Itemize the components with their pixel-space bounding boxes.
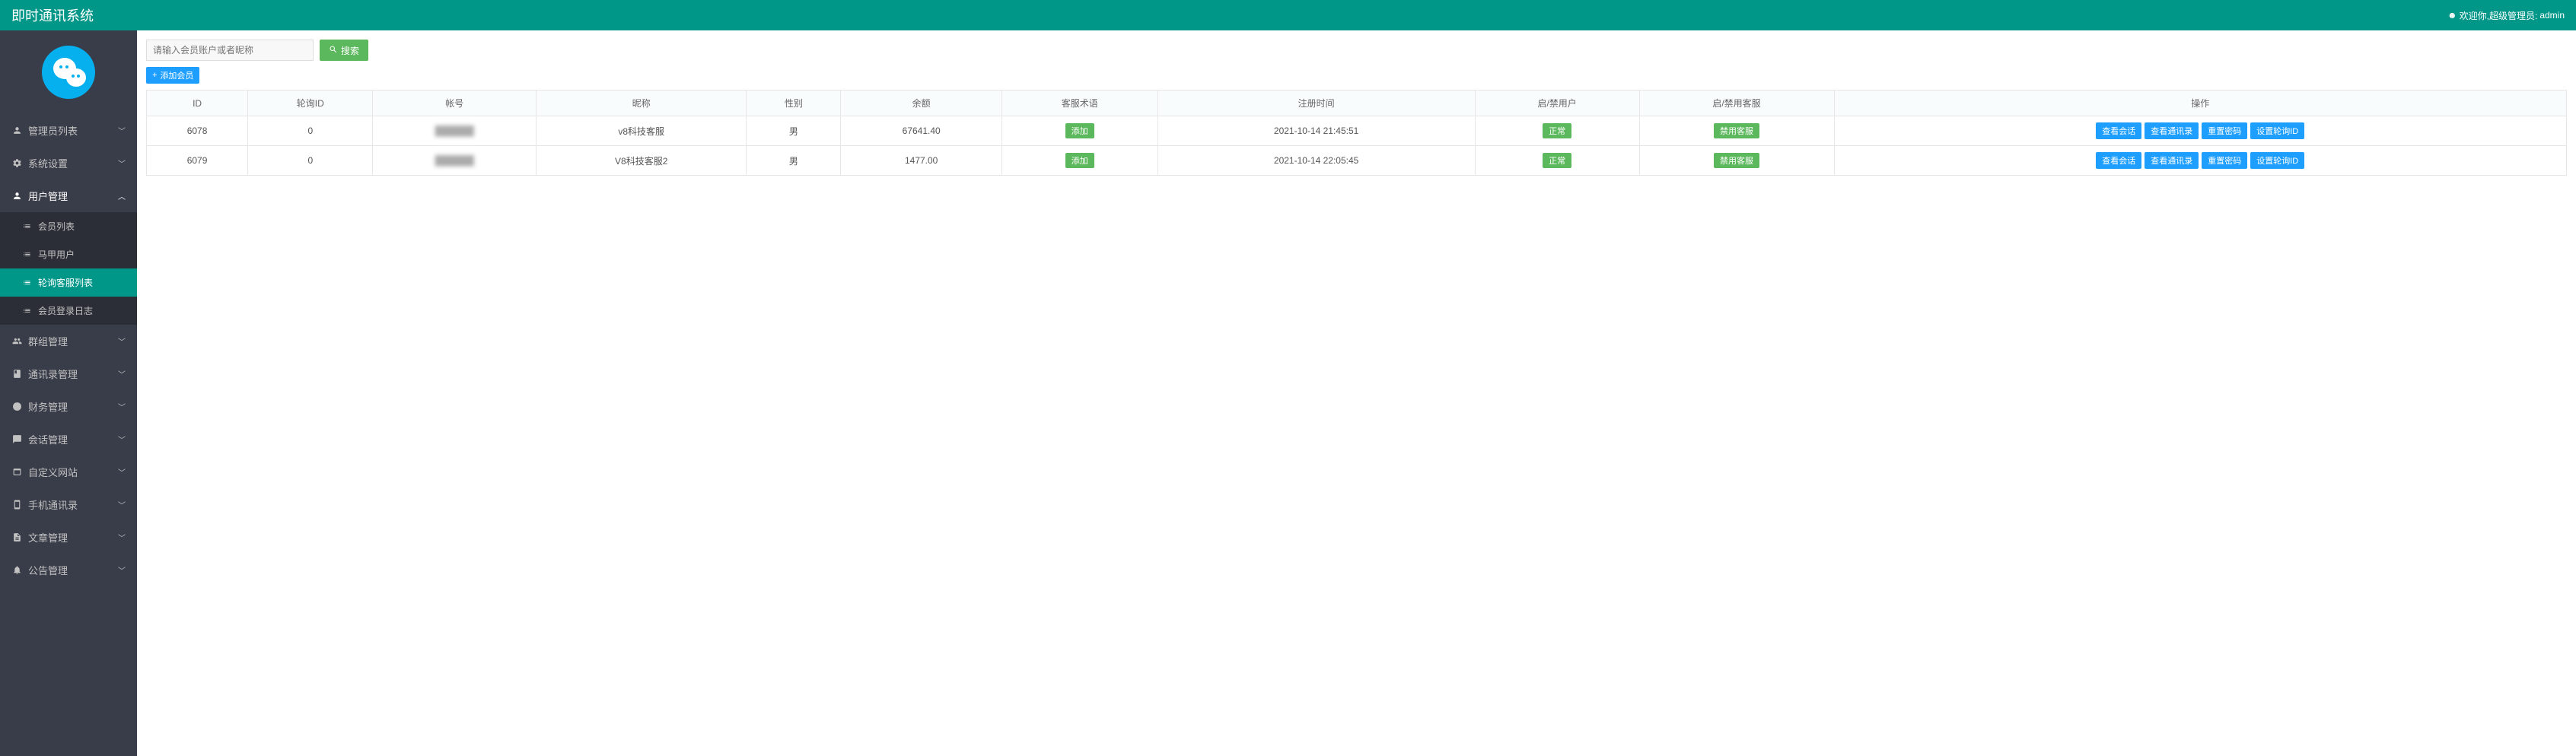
table-header: 注册时间 — [1157, 91, 1475, 116]
nav-item-1[interactable]: 系统设置 ﹀ — [0, 147, 137, 179]
nav-label: 管理员列表 — [28, 123, 78, 138]
service-status-badge[interactable]: 禁用客服 — [1714, 123, 1759, 138]
op-button[interactable]: 查看会话 — [2096, 122, 2141, 139]
nav-sub-label: 马甲用户 — [38, 248, 75, 261]
nav-item-2[interactable]: 用户管理 ︿ — [0, 179, 137, 212]
chevron-down-icon: ﹀ — [118, 434, 126, 445]
nav-label: 财务管理 — [28, 399, 68, 414]
smile-icon: ☻ — [2447, 10, 2457, 21]
nav-sub-label: 会员列表 — [38, 220, 75, 233]
search-input[interactable] — [146, 40, 314, 61]
app-title: 即时通讯系统 — [11, 5, 94, 25]
nav-label: 公告管理 — [28, 563, 68, 577]
list-icon — [23, 307, 32, 316]
nav-label: 手机通讯录 — [28, 497, 78, 512]
chevron-down-icon: ﹀ — [118, 532, 126, 543]
table-header: 性别 — [747, 91, 841, 116]
user-status-badge[interactable]: 正常 — [1543, 153, 1571, 168]
search-icon — [329, 45, 338, 56]
op-button[interactable]: 重置密码 — [2202, 122, 2247, 139]
chevron-down-icon: ﹀ — [118, 335, 126, 347]
term-badge[interactable]: 添加 — [1065, 123, 1094, 138]
chevron-down-icon: ﹀ — [118, 125, 126, 136]
list-icon — [23, 222, 32, 231]
nav-item-5[interactable]: 财务管理 ﹀ — [0, 390, 137, 423]
sidebar: 管理员列表 ﹀ 系统设置 ﹀ 用户管理 ︿ 会员列表马甲用户轮询客服列表会员登录日志群组管理… — [0, 30, 137, 756]
user-icon — [11, 125, 22, 136]
nav-item-4[interactable]: 通讯录管理 ﹀ — [0, 357, 137, 390]
nav-label: 自定义网站 — [28, 465, 78, 479]
nav-label: 用户管理 — [28, 189, 68, 203]
chevron-down-icon: ﹀ — [118, 466, 126, 478]
gear-icon — [11, 158, 22, 169]
book-icon — [11, 369, 22, 380]
table-header: ID — [147, 91, 248, 116]
table-header: 客服术语 — [1001, 91, 1157, 116]
op-button[interactable]: 设置轮询ID — [2250, 122, 2304, 139]
chevron-up-icon: ︿ — [118, 190, 126, 202]
table-header: 帐号 — [373, 91, 537, 116]
chevron-down-icon: ﹀ — [118, 499, 126, 510]
chevron-down-icon: ﹀ — [118, 564, 126, 576]
nav-item-0[interactable]: 管理员列表 ﹀ — [0, 114, 137, 147]
account-blur: ██████ — [435, 155, 474, 166]
table-header: 操作 — [1834, 91, 2566, 116]
nav-item-3[interactable]: 群组管理 ﹀ — [0, 325, 137, 357]
users-icon — [11, 336, 22, 347]
data-table: ID轮询ID帐号昵称性别余额客服术语注册时间启/禁用户启/禁用客服操作 6078… — [146, 90, 2567, 176]
term-badge[interactable]: 添加 — [1065, 153, 1094, 168]
doc-icon — [11, 532, 22, 543]
nav-item-6[interactable]: 会话管理 ﹀ — [0, 423, 137, 456]
nav-sub-item-1[interactable]: 马甲用户 — [0, 240, 137, 268]
op-button[interactable]: 重置密码 — [2202, 152, 2247, 169]
table-header: 轮询ID — [248, 91, 373, 116]
nav-sub-item-3[interactable]: 会员登录日志 — [0, 297, 137, 325]
nav-sub-item-2[interactable]: 轮询客服列表 — [0, 268, 137, 297]
nav-label: 系统设置 — [28, 156, 68, 170]
nav-sub-item-0[interactable]: 会员列表 — [0, 212, 137, 240]
chevron-down-icon: ﹀ — [118, 157, 126, 169]
account-blur: ██████ — [435, 125, 474, 136]
op-button[interactable]: 查看会话 — [2096, 152, 2141, 169]
nav-label: 会话管理 — [28, 432, 68, 446]
table-header: 余额 — [841, 91, 1001, 116]
nav-item-9[interactable]: 文章管理 ﹀ — [0, 521, 137, 554]
main-content: 搜索 + 添加会员 ID轮询ID帐号昵称性别余额客服术语注册时间启/禁用户启/禁… — [137, 30, 2576, 756]
table-row: 60790██████V8科技客服2男1477.00添加2021-10-14 2… — [147, 146, 2567, 176]
add-member-button[interactable]: + 添加会员 — [146, 67, 199, 84]
nav-sub-label: 轮询客服列表 — [38, 276, 93, 289]
table-row: 60780██████v8科技客服男67641.40添加2021-10-14 2… — [147, 116, 2567, 146]
service-status-badge[interactable]: 禁用客服 — [1714, 153, 1759, 168]
op-button[interactable]: 查看通讯录 — [2145, 122, 2199, 139]
app-header: 即时通讯系统 ☻ 欢迎你,超级管理员:admin — [0, 0, 2576, 30]
chat-icon — [11, 434, 22, 445]
nav-label: 通讯录管理 — [28, 367, 78, 381]
op-button[interactable]: 查看通讯录 — [2145, 152, 2199, 169]
user-icon — [11, 191, 22, 202]
op-button[interactable]: 设置轮询ID — [2250, 152, 2304, 169]
nav-label: 群组管理 — [28, 334, 68, 348]
chevron-down-icon: ﹀ — [118, 368, 126, 380]
user-status-badge[interactable]: 正常 — [1543, 123, 1571, 138]
nav-label: 文章管理 — [28, 530, 68, 545]
phone-icon — [11, 500, 22, 510]
table-header: 昵称 — [537, 91, 747, 116]
table-header: 启/禁用客服 — [1639, 91, 1834, 116]
chevron-down-icon: ﹀ — [118, 401, 126, 412]
toolbar: 搜索 — [146, 40, 2567, 61]
list-icon — [23, 250, 32, 259]
list-icon — [23, 278, 32, 287]
table-header: 启/禁用户 — [1475, 91, 1639, 116]
nav-item-10[interactable]: 公告管理 ﹀ — [0, 554, 137, 586]
header-user[interactable]: ☻ 欢迎你,超级管理员:admin — [2447, 9, 2565, 22]
search-button[interactable]: 搜索 — [320, 40, 368, 61]
nav-item-7[interactable]: 自定义网站 ﹀ — [0, 456, 137, 488]
site-icon — [11, 467, 22, 478]
nav-item-8[interactable]: 手机通讯录 ﹀ — [0, 488, 137, 521]
logo — [0, 30, 137, 114]
bell-icon — [11, 565, 22, 576]
money-icon — [11, 402, 22, 412]
plus-icon: + — [152, 71, 157, 80]
nav-sub-label: 会员登录日志 — [38, 304, 93, 317]
